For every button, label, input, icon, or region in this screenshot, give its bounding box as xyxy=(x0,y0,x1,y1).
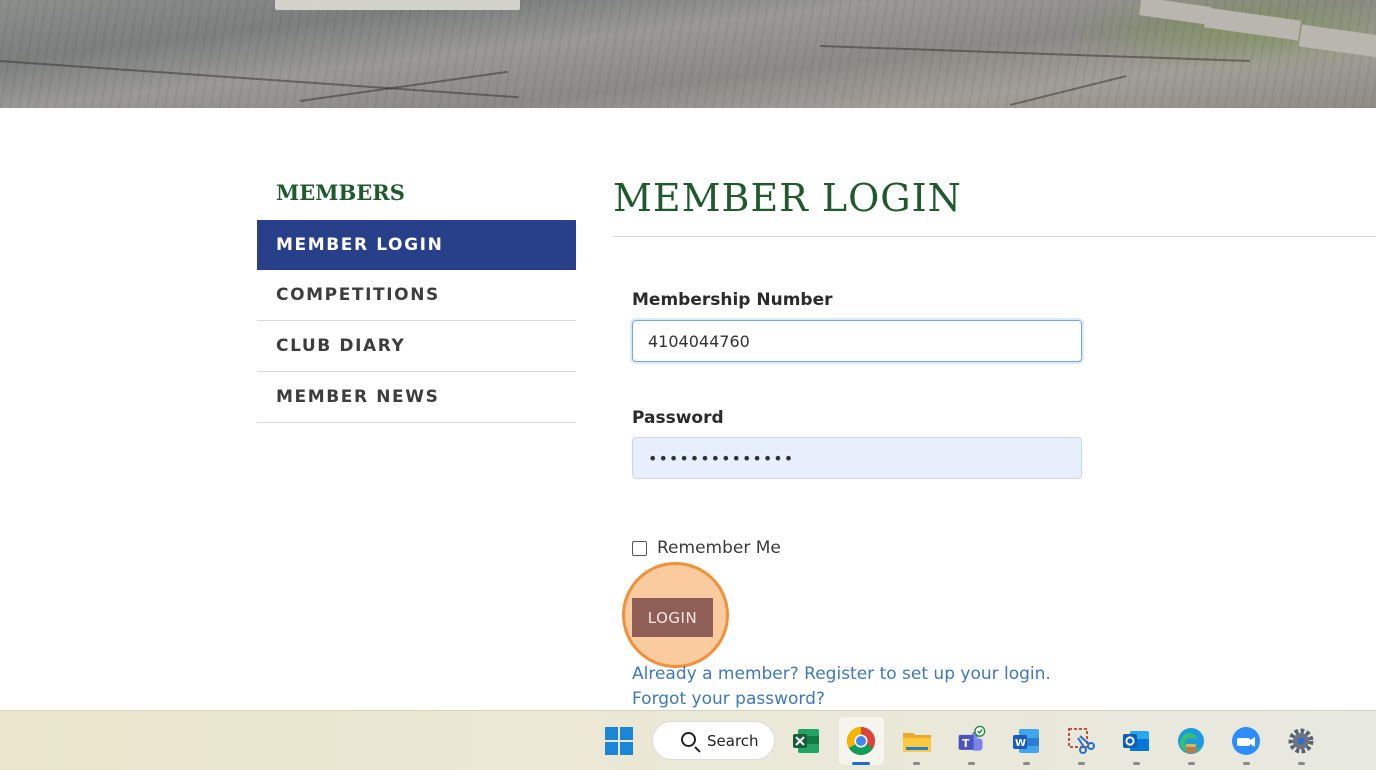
taskbar-search-button[interactable]: Search xyxy=(652,721,775,760)
edge-logo-icon xyxy=(1178,728,1204,754)
membership-number-input[interactable] xyxy=(632,320,1082,362)
teams-icon[interactable]: T xyxy=(956,725,986,756)
hero-kerb-stone xyxy=(1204,7,1301,41)
teams-running-indicator xyxy=(968,762,975,765)
remember-me-label: Remember Me xyxy=(657,538,781,558)
folder-icon xyxy=(903,733,931,752)
chrome-logo-icon xyxy=(847,727,875,755)
outlook-icon[interactable] xyxy=(1121,726,1151,756)
svg-text:W: W xyxy=(1015,738,1026,749)
zoom-logo-icon xyxy=(1232,727,1260,755)
zoom-running-indicator xyxy=(1243,762,1250,765)
settings-icon[interactable] xyxy=(1286,726,1316,756)
hero-stone-slab xyxy=(275,0,520,10)
gear-icon xyxy=(1288,728,1314,754)
sidebar-item-club-diary[interactable]: CLUB DIARY xyxy=(257,321,576,372)
excel-icon[interactable] xyxy=(791,726,821,756)
word-logo-icon: W xyxy=(1013,729,1039,753)
edge-running-indicator xyxy=(1188,762,1195,765)
hero-paving-crack xyxy=(299,70,509,102)
edge-icon[interactable] xyxy=(1176,726,1206,756)
taskbar-search-label: Search xyxy=(707,731,759,750)
windows-start-icon[interactable] xyxy=(604,726,634,756)
login-button[interactable]: LOGIN xyxy=(632,598,713,637)
word-icon[interactable]: W xyxy=(1011,726,1041,756)
sidebar-title: MEMBERS xyxy=(276,180,405,205)
zoom-icon[interactable] xyxy=(1231,726,1261,756)
windows-taskbar: Search T W xyxy=(0,710,1376,770)
snipping-tool-icon[interactable] xyxy=(1066,726,1096,756)
password-label: Password xyxy=(632,408,724,428)
settings-running-indicator xyxy=(1298,762,1305,765)
explorer-running-indicator xyxy=(913,762,920,765)
register-link[interactable]: Already a member? Register to set up you… xyxy=(632,664,1051,684)
hero-paving-crack xyxy=(819,45,1250,63)
page-title: MEMBER LOGIN xyxy=(613,176,962,220)
membership-number-label: Membership Number xyxy=(632,290,833,310)
forgot-password-link[interactable]: Forgot your password? xyxy=(632,689,825,709)
teams-logo-icon: T xyxy=(958,725,986,751)
outlook-logo-icon xyxy=(1123,731,1149,751)
sidebar-item-member-login[interactable]: MEMBER LOGIN xyxy=(257,220,576,270)
remember-me-row: Remember Me xyxy=(632,538,781,558)
members-sidebar: MEMBERS MEMBER LOGIN COMPETITIONS CLUB D… xyxy=(257,170,576,423)
hero-image xyxy=(0,0,1376,108)
hero-kerb-stone xyxy=(1298,24,1376,58)
password-input[interactable] xyxy=(632,437,1082,479)
file-explorer-icon[interactable] xyxy=(902,726,932,756)
excel-logo-icon xyxy=(793,729,819,753)
sidebar-item-competitions[interactable]: COMPETITIONS xyxy=(257,270,576,321)
sidebar-item-member-news[interactable]: MEMBER NEWS xyxy=(257,372,576,423)
word-running-indicator xyxy=(1023,762,1030,765)
chrome-icon[interactable] xyxy=(846,726,876,756)
remember-me-checkbox[interactable] xyxy=(632,540,647,556)
search-icon xyxy=(681,732,696,747)
hero-paving-crack xyxy=(1009,74,1127,106)
chrome-active-indicator xyxy=(852,762,870,765)
snipping-running-indicator xyxy=(1078,762,1085,765)
hero-kerb-stone xyxy=(1139,0,1211,25)
windows-logo-icon xyxy=(605,727,633,755)
title-divider xyxy=(613,236,1376,237)
scissors-icon xyxy=(1068,728,1095,754)
svg-text:T: T xyxy=(962,738,970,750)
outlook-running-indicator xyxy=(1133,762,1140,765)
